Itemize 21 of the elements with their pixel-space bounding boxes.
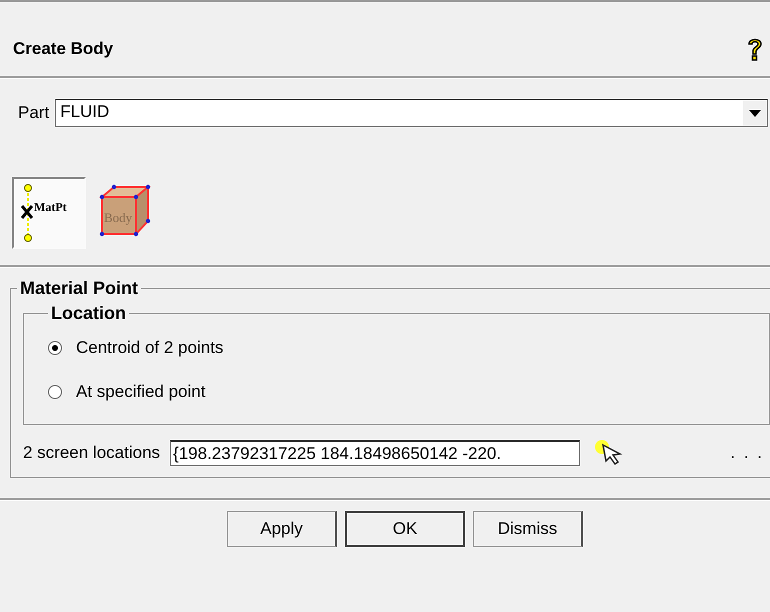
tool-label: Body — [104, 210, 132, 225]
cube-icon — [99, 184, 151, 237]
dialog-button[interactable]: Apply — [227, 511, 337, 547]
part-dropdown[interactable]: FLUID — [55, 99, 768, 127]
part-label: Part — [18, 103, 50, 123]
radio-option[interactable]: Centroid of 2 points — [48, 326, 769, 370]
group-title: Location — [50, 303, 127, 324]
tool-label: MatPt — [34, 200, 67, 214]
dialog-button[interactable]: Dismiss — [473, 511, 583, 547]
input-field[interactable]: {198.23792317225 184.18498650142 -220. — [170, 440, 580, 466]
more-button[interactable]: . . . — [730, 443, 764, 463]
dialog-button[interactable]: OK — [345, 511, 465, 547]
group-title: Material Point — [19, 278, 140, 299]
help-icon[interactable] — [746, 37, 764, 61]
field-label: 2 screen locations — [23, 443, 160, 463]
radio-option[interactable]: At specified point — [48, 370, 769, 414]
point-marker-icon — [20, 184, 34, 242]
cursor-icon[interactable] — [594, 439, 624, 467]
dropdown-arrow-icon — [749, 110, 761, 116]
tool-button[interactable]: MatPt — [12, 177, 86, 249]
panel-title: Create Body — [13, 39, 114, 59]
